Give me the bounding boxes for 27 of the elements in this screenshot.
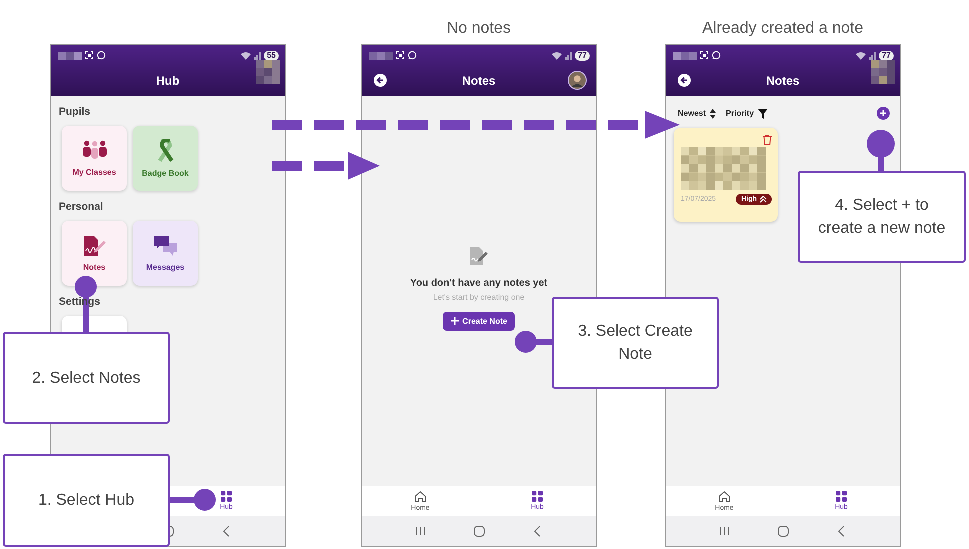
- tile-label: My Classes: [72, 168, 116, 177]
- filter-button[interactable]: Priority: [726, 108, 768, 118]
- create-note-button[interactable]: Create Note: [442, 312, 516, 330]
- screen-title: Hub: [156, 74, 180, 88]
- callout-text: 4. Select + to create a new note: [817, 196, 947, 239]
- battery-level: 77: [879, 50, 894, 60]
- screen-caption: No notes: [446, 20, 512, 38]
- tile-label: Notes: [83, 263, 106, 272]
- hub-tile[interactable]: Notes: [62, 221, 127, 286]
- sort-button[interactable]: Newest: [678, 108, 716, 118]
- screen-title: Notes: [462, 74, 496, 88]
- tile-label: Badge Book: [142, 169, 189, 178]
- empty-state-subtitle: Let's start by creating one: [433, 292, 525, 302]
- tile-label: Messages: [146, 263, 185, 272]
- callout-text: 3. Select Create Note: [577, 322, 694, 365]
- section-heading: Pupils: [59, 106, 91, 118]
- battery-level: 77: [575, 50, 590, 60]
- callout-text: 1. Select Hub: [38, 491, 135, 511]
- screen-title: Notes: [766, 74, 800, 88]
- empty-state-title: You don't have any notes yet: [410, 278, 548, 288]
- section-heading: Personal: [59, 201, 104, 213]
- hub-tile[interactable]: Badge Book: [133, 126, 198, 191]
- battery-level: 55: [264, 50, 279, 60]
- hub-tile[interactable]: My Classes: [62, 126, 127, 191]
- callout-text: 2. Select Notes: [32, 368, 141, 388]
- screen-caption: Already created a note: [702, 20, 864, 38]
- hub-tile[interactable]: Messages: [133, 221, 198, 286]
